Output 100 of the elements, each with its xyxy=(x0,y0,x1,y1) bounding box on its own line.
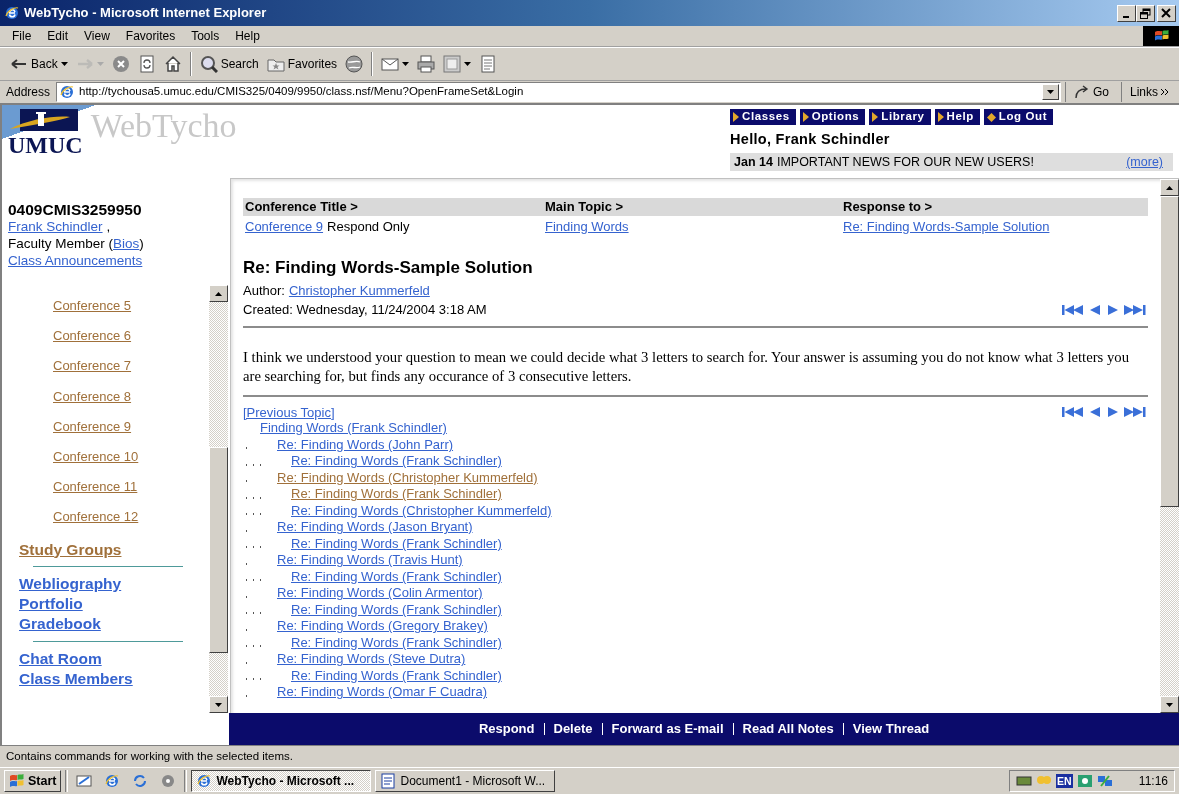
action-link[interactable]: Delete xyxy=(553,721,593,737)
author-link[interactable]: Christopher Kummerfeld xyxy=(288,282,430,298)
thread-link[interactable]: Re: Finding Words (Frank Schindler) xyxy=(291,535,502,552)
course-code: 0409CMIS3259950 xyxy=(8,200,143,220)
scrollbar-thumb[interactable] xyxy=(1160,196,1179,507)
thread-link[interactable]: Re: Finding Words (Frank Schindler) xyxy=(291,453,502,469)
sidebar-link[interactable]: Study Groups xyxy=(19,539,122,560)
more-link[interactable]: (more) xyxy=(1126,154,1163,170)
refresh-icon[interactable] xyxy=(132,773,149,789)
thread-link[interactable]: Re: Finding Words (Christopher Kummerfeld) xyxy=(291,502,552,519)
last-button[interactable] xyxy=(1124,407,1146,418)
menu-item[interactable]: Help xyxy=(227,26,268,46)
media-icon[interactable] xyxy=(160,773,177,789)
conference-link[interactable]: Conference 7 xyxy=(53,358,132,374)
thread-link[interactable]: Re: Finding Words (Frank Schindler) xyxy=(291,667,502,684)
sidebar-link[interactable]: Class Members xyxy=(19,668,133,689)
tray-icon[interactable] xyxy=(1076,774,1093,788)
thread-link[interactable]: Re: Finding Words (Colin Armentor) xyxy=(277,585,483,601)
clock-text: 11:16 xyxy=(1138,773,1168,789)
previous-button[interactable] xyxy=(1090,304,1101,315)
sidebar-link[interactable]: Gradebook xyxy=(19,614,101,634)
logo-emblem-icon xyxy=(8,109,78,131)
thread-link[interactable]: Finding Words (Frank Schindler) xyxy=(260,420,447,436)
desktop-icon[interactable] xyxy=(76,773,93,789)
browser-icon[interactable] xyxy=(104,773,121,789)
minimize-icon xyxy=(1122,16,1129,18)
favorites-button[interactable]: Favorites xyxy=(262,53,342,75)
thread-link[interactable]: Re: Finding Words (Gregory Brakey) xyxy=(277,618,488,634)
thread-link[interactable]: Re: Finding Words (Frank Schindler) xyxy=(291,601,502,618)
nav-button[interactable]: Options xyxy=(799,109,866,125)
thread-link[interactable]: Re: Finding Words (Frank Schindler) xyxy=(291,634,502,651)
action-link[interactable]: Forward as E-mail xyxy=(611,721,724,737)
back-button[interactable]: Back xyxy=(6,53,72,75)
conference-link[interactable]: Conference 9 xyxy=(53,418,132,435)
scroll-up-button[interactable] xyxy=(1160,179,1179,196)
first-button[interactable] xyxy=(1062,407,1084,418)
flag-logo-icon xyxy=(1143,26,1179,46)
action-link[interactable]: Read All Notes xyxy=(742,721,834,737)
conference-link[interactable]: Conference 5 xyxy=(53,298,132,314)
thread-link[interactable]: Re: Finding Words (Steve Dutra) xyxy=(277,651,466,667)
breadcrumb-link[interactable]: Conference 9 xyxy=(245,218,324,234)
thread-link[interactable]: Re: Finding Words (Christopher Kummerfeld) xyxy=(277,469,538,486)
dropdown-button[interactable] xyxy=(1041,84,1059,100)
taskbar-button[interactable]: WebTycho - Microsoft ... xyxy=(191,770,372,792)
previous-button[interactable] xyxy=(1090,407,1101,418)
conference-link[interactable]: Conference 12 xyxy=(53,509,139,525)
sidebar-link[interactable]: Chat Room xyxy=(19,648,102,669)
go-button[interactable]: Go xyxy=(1064,82,1117,102)
thread-link[interactable]: Re: Finding Words (Jason Bryant) xyxy=(277,519,473,535)
scroll-down-button[interactable] xyxy=(209,696,228,713)
menu-item[interactable]: File xyxy=(4,26,40,46)
scroll-up-button[interactable] xyxy=(209,285,228,302)
conference-link[interactable]: Conference 8 xyxy=(53,388,132,405)
column-heading: Response to > xyxy=(841,198,1148,216)
scroll-down-button[interactable] xyxy=(1160,696,1179,713)
breadcrumb-link[interactable]: Finding Words xyxy=(545,218,629,234)
sidebar-link[interactable]: Portfolio xyxy=(19,594,83,614)
announcements-link[interactable]: Class Announcements xyxy=(8,253,143,270)
menu-item[interactable]: View xyxy=(76,26,118,46)
action-link[interactable]: View Thread xyxy=(852,721,930,737)
nav-button[interactable]: Log Out xyxy=(983,109,1054,125)
thread-link[interactable]: Re: Finding Words (Frank Schindler) xyxy=(291,568,502,585)
nav-button[interactable]: Library xyxy=(869,109,931,125)
faculty-link[interactable]: Frank Schindler xyxy=(8,219,103,235)
search-icon xyxy=(199,55,218,73)
conference-link[interactable]: Conference 11 xyxy=(53,479,138,495)
thread-link[interactable]: Re: Finding Words (Omar F Cuadra) xyxy=(277,684,487,700)
tray-icon[interactable] xyxy=(1096,774,1113,788)
thread-link[interactable]: Re: Finding Words (John Parr) xyxy=(277,436,454,453)
breadcrumb-link[interactable]: Re: Finding Words-Sample Solution xyxy=(843,218,1050,234)
tray-icon[interactable] xyxy=(1016,774,1032,788)
last-button[interactable] xyxy=(1124,304,1146,315)
up-arrow-icon xyxy=(1166,185,1173,190)
conference-link[interactable]: Conference 6 xyxy=(53,328,132,344)
search-button[interactable]: Search xyxy=(195,53,263,75)
conference-link[interactable]: Conference 10 xyxy=(53,448,139,465)
nav-button[interactable]: Help xyxy=(934,109,980,125)
start-button[interactable]: Start xyxy=(4,770,62,792)
scrollbar-thumb[interactable] xyxy=(209,447,228,653)
first-button[interactable] xyxy=(1062,304,1084,315)
menu-item[interactable]: Tools xyxy=(183,26,228,46)
nav-button[interactable]: Classes xyxy=(730,109,796,125)
menu-item[interactable]: Edit xyxy=(39,26,77,46)
address-field[interactable]: http://tychousa5.umuc.edu/CMIS325/0409/9950/class.nsf/Menu?OpenFrameSet&Login xyxy=(56,82,1061,102)
next-button[interactable] xyxy=(1107,407,1118,418)
restore-button[interactable] xyxy=(1136,4,1155,22)
language-indicator[interactable]: EN xyxy=(1056,773,1073,789)
thread-link[interactable]: Re: Finding Words (Frank Schindler) xyxy=(291,486,502,502)
caret-icon xyxy=(402,62,410,66)
note-title: Re: Finding Words-Sample Solution xyxy=(243,258,534,279)
minimize-button[interactable] xyxy=(1117,4,1136,22)
menu-item[interactable]: Favorites xyxy=(117,26,184,46)
close-button[interactable] xyxy=(1157,4,1176,22)
sidebar-link[interactable]: Webliography xyxy=(19,574,122,595)
next-button[interactable] xyxy=(1107,304,1118,315)
thread-link[interactable]: Re: Finding Words (Travis Hunt) xyxy=(277,552,463,568)
taskbar-button[interactable]: Document1 - Microsoft W... xyxy=(375,770,556,792)
action-link[interactable]: Respond xyxy=(478,721,535,737)
previous-topic-link[interactable]: [Previous Topic] xyxy=(243,404,335,421)
links-button[interactable]: Links xyxy=(1121,82,1177,102)
